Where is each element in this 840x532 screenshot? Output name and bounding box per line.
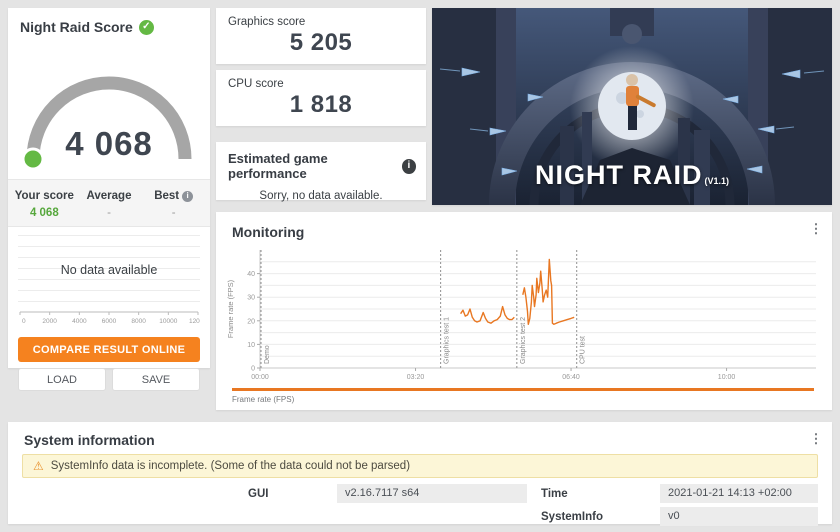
warning-text: SystemInfo data is incomplete. (Some of … bbox=[51, 460, 410, 472]
svg-text:06:40: 06:40 bbox=[562, 374, 580, 381]
svg-text:Graphics test 2: Graphics test 2 bbox=[520, 317, 527, 364]
load-save-row: LOAD SAVE bbox=[18, 368, 200, 391]
your-score-column: Your score 4 068 bbox=[12, 186, 77, 219]
gui-value: v2.16.7117 s64 bbox=[337, 484, 527, 503]
system-information-panel: System information ⋮ ⚠ SystemInfo data i… bbox=[8, 422, 832, 524]
graphics-score-value: 5 205 bbox=[216, 29, 426, 57]
distribution-x-axis: 0 2000 4000 6000 8000 10000 12000 bbox=[18, 309, 200, 327]
svg-text:0: 0 bbox=[251, 366, 255, 373]
svg-text:8000: 8000 bbox=[131, 318, 146, 325]
graphics-score-label: Graphics score bbox=[216, 8, 426, 28]
system-information-menu-icon[interactable]: ⋮ bbox=[808, 430, 824, 448]
legend-line-swatch bbox=[232, 388, 814, 391]
svg-text:00:00: 00:00 bbox=[251, 374, 269, 381]
svg-text:10:00: 10:00 bbox=[718, 374, 736, 381]
your-score-value: 4 068 bbox=[12, 207, 77, 219]
warning-icon: ⚠ bbox=[33, 460, 44, 472]
svg-text:4000: 4000 bbox=[72, 318, 87, 325]
svg-text:Frame rate (FPS): Frame rate (FPS) bbox=[226, 279, 235, 338]
estimated-performance-title: Estimated game performance bbox=[228, 151, 402, 181]
score-panel-header: Night Raid Score ✓ bbox=[8, 8, 210, 35]
svg-text:12000: 12000 bbox=[189, 318, 200, 325]
overall-score-value: 4 068 bbox=[16, 125, 202, 163]
monitoring-title: Monitoring bbox=[232, 224, 304, 240]
distribution-no-data-text: No data available bbox=[18, 263, 200, 277]
system-information-title: System information bbox=[24, 432, 155, 448]
benchmark-hero-image: NIGHT RAID(V1.1) bbox=[432, 8, 832, 205]
verified-check-icon: ✓ bbox=[139, 20, 154, 35]
best-value: - bbox=[141, 207, 206, 219]
svg-text:Graphics test 1: Graphics test 1 bbox=[444, 317, 451, 364]
average-value: - bbox=[77, 207, 142, 219]
average-header: Average bbox=[87, 190, 132, 202]
best-header: Best i bbox=[154, 190, 193, 202]
system-info-fields: GUI v2.16.7117 s64 Time 2021-01-21 14:13… bbox=[248, 484, 818, 526]
estimated-performance-info-icon[interactable]: i bbox=[402, 159, 416, 174]
svg-text:03:20: 03:20 bbox=[407, 374, 425, 381]
graphics-score-card: Graphics score 5 205 bbox=[216, 8, 426, 64]
cpu-score-label: CPU score bbox=[216, 70, 426, 90]
svg-text:40: 40 bbox=[247, 271, 255, 278]
average-score-column: Average - bbox=[77, 186, 142, 219]
cpu-score-card: CPU score 1 818 bbox=[216, 70, 426, 126]
svg-text:30: 30 bbox=[247, 295, 255, 302]
hero-caption: NIGHT RAID(V1.1) bbox=[432, 160, 832, 191]
score-comparison-table: Your score 4 068 Average - Best i - bbox=[8, 179, 210, 227]
svg-text:0: 0 bbox=[22, 318, 26, 325]
svg-text:2000: 2000 bbox=[42, 318, 57, 325]
time-label: Time bbox=[541, 488, 646, 500]
systeminfo-value: v0 bbox=[660, 507, 818, 526]
your-score-header: Your score bbox=[15, 190, 74, 202]
monitoring-panel: Monitoring ⋮ 0 10 20 30 40 00:00 03:20 06:40 10:… bbox=[216, 212, 832, 410]
systeminfo-warning-banner: ⚠ SystemInfo data is incomplete. (Some o… bbox=[22, 454, 818, 478]
frame-rate-chart: 0 10 20 30 40 00:00 03:20 06:40 10:00 Demo Graphic… bbox=[224, 244, 824, 390]
night-raid-score-panel: Night Raid Score ✓ 4 068 Your score 4 06… bbox=[8, 8, 210, 368]
svg-text:Demo: Demo bbox=[264, 345, 271, 364]
monitoring-menu-icon[interactable]: ⋮ bbox=[808, 220, 824, 238]
hero-benchmark-version: (V1.1) bbox=[704, 176, 729, 186]
estimated-performance-message: Sorry, no data available. bbox=[216, 190, 426, 202]
compare-result-online-button[interactable]: COMPARE RESULT ONLINE bbox=[18, 337, 200, 362]
svg-text:6000: 6000 bbox=[102, 318, 117, 325]
score-distribution-chart: No data available 0 2000 4000 6000 8000 10000… bbox=[18, 235, 200, 327]
cpu-score-value: 1 818 bbox=[216, 91, 426, 119]
systeminfo-label: SystemInfo bbox=[541, 511, 646, 523]
gui-label: GUI bbox=[248, 488, 323, 500]
best-info-icon[interactable]: i bbox=[182, 191, 193, 202]
legend-label: Frame rate (FPS) bbox=[232, 395, 294, 404]
save-button[interactable]: SAVE bbox=[112, 368, 200, 391]
best-header-label: Best bbox=[154, 190, 179, 202]
score-gauge: 4 068 bbox=[16, 39, 202, 173]
svg-text:CPU test: CPU test bbox=[580, 336, 587, 364]
svg-text:10: 10 bbox=[247, 342, 255, 349]
estimated-performance-header: Estimated game performance i bbox=[216, 142, 426, 181]
time-value: 2021-01-21 14:13 +02:00 bbox=[660, 484, 818, 503]
score-panel-title: Night Raid Score bbox=[20, 19, 133, 35]
load-button[interactable]: LOAD bbox=[18, 368, 106, 391]
svg-text:10000: 10000 bbox=[159, 318, 177, 325]
estimated-performance-card: Estimated game performance i Sorry, no d… bbox=[216, 142, 426, 200]
best-score-column: Best i - bbox=[141, 186, 206, 219]
hero-benchmark-name: NIGHT RAID bbox=[535, 160, 703, 190]
svg-text:20: 20 bbox=[247, 318, 255, 325]
